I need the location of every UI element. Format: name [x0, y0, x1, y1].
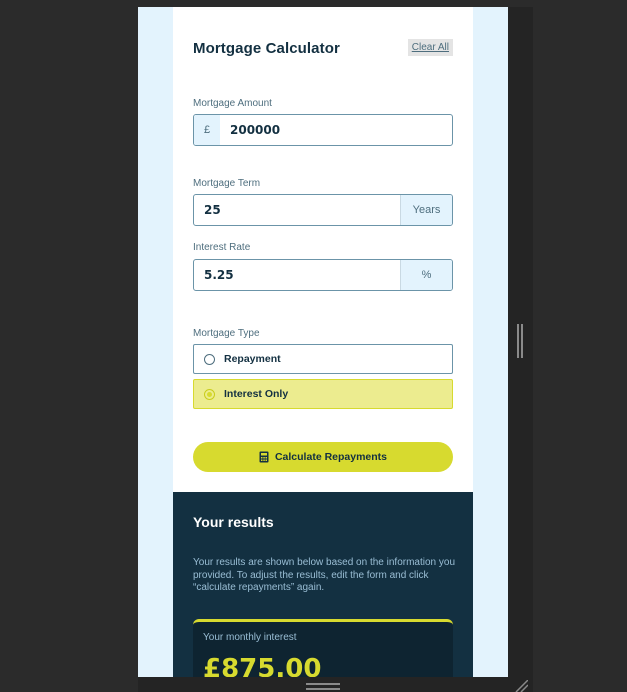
radio-repayment[interactable]: Repayment [193, 344, 453, 374]
resize-corner-icon[interactable] [514, 680, 528, 692]
calculator-card: Mortgage Calculator Clear All Mortgage A… [173, 7, 473, 677]
interest-rate-field[interactable]: 5.25 % [193, 259, 453, 291]
interest-rate-value[interactable]: 5.25 [204, 260, 234, 290]
interest-rate-label: Interest Rate [193, 242, 251, 253]
mortgage-term-value[interactable]: 25 [204, 195, 221, 225]
monthly-interest-label: Your monthly interest [203, 632, 297, 643]
calculate-button-label: Calculate Repayments [274, 451, 388, 463]
page-viewport: Mortgage Calculator Clear All Mortgage A… [138, 7, 508, 677]
radio-interest-only-label: Interest Only [224, 388, 289, 400]
currency-prefix: £ [194, 115, 220, 145]
radio-repayment-label: Repayment [224, 353, 281, 365]
results-title: Your results [193, 514, 274, 530]
mortgage-term-field[interactable]: 25 Years [193, 194, 453, 226]
calculator-header: Mortgage Calculator Clear All [193, 39, 453, 62]
resize-grip-icon[interactable] [516, 324, 524, 358]
results-description: Your results are shown below based on th… [193, 557, 456, 593]
percent-suffix: % [400, 260, 452, 290]
mortgage-amount-value[interactable]: 200000 [230, 115, 280, 145]
mortgage-amount-label: Mortgage Amount [193, 98, 272, 109]
monthly-interest-value: £875.00 [203, 654, 322, 677]
radio-interest-only[interactable]: Interest Only [193, 379, 453, 409]
results-panel: Your results Your results are shown belo… [173, 492, 473, 677]
drag-handle-icon[interactable] [306, 683, 340, 692]
calculate-repayments-button[interactable]: Calculate Repayments [193, 442, 453, 472]
radio-circle-icon[interactable] [204, 354, 215, 365]
mortgage-amount-field[interactable]: £ 200000 [193, 114, 453, 146]
mortgage-type-label: Mortgage Type [193, 328, 260, 339]
years-suffix: Years [400, 195, 452, 225]
calculator-icon [259, 451, 269, 463]
results-box: Your monthly interest £875.00 [193, 619, 453, 677]
mortgage-term-label: Mortgage Term [193, 178, 261, 189]
page-title: Mortgage Calculator [193, 40, 340, 57]
radio-selected-icon[interactable] [204, 389, 215, 400]
clear-all-button[interactable]: Clear All [407, 39, 453, 56]
